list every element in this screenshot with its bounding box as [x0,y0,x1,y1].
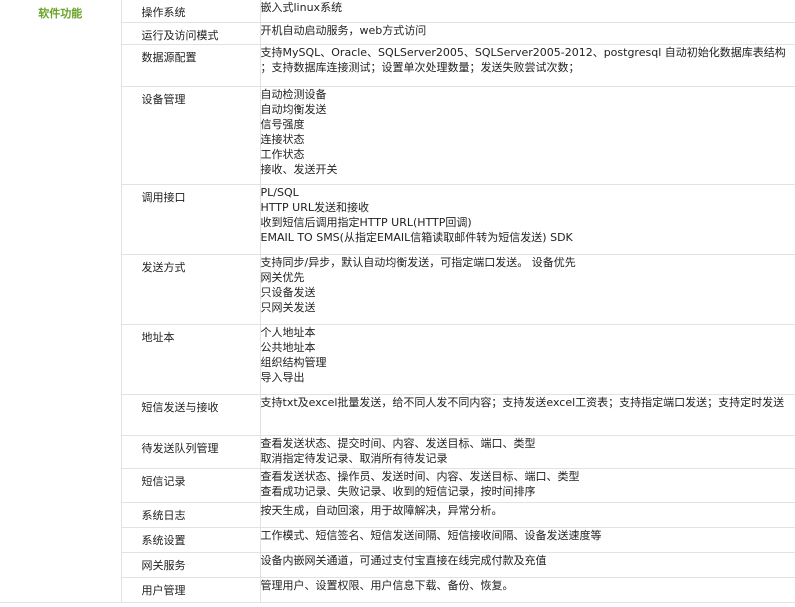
feature-description-cell: 支持同步/异步，默认自动均衡发送，可指定端口发送。 设备优先 网关优先 只设备发送只… [260,254,795,325]
feature-description-cell: 设备内嵌网关通道，可通过支付宝直接在线完成付款及充值 [260,552,795,578]
feature-name: 地址本 [141,330,175,344]
software-features-table: 软件功能 操作系统 嵌入式linux系统运行及访问模式 开机自动启动服务，web方式访… [0,0,795,603]
feature-name-cell: 用户管理 [121,577,261,603]
feature-name-cell: 数据源配置 [121,44,261,87]
feature-name: 系统日志 [141,508,186,522]
feature-description-line: 连接状态 [260,132,305,146]
feature-name-cell: 设备管理 [121,86,261,185]
feature-description-cell: 管理用户、设置权限、用户信息下载、备份、恢复。 [260,577,795,603]
feature-description-line: EMAIL TO SMS(从指定EMAIL信箱读取邮件转为短信发送) SDK [260,230,573,244]
feature-description-line: 自动检测设备 [260,87,327,101]
feature-description-line: 组织结构管理 [260,355,327,369]
feature-name: 待发送队列管理 [141,441,219,455]
feature-description-line: 设备内嵌网关通道，可通过支付宝直接在线完成付款及充值 [260,553,547,567]
feature-description-cell: 工作模式、短信签名、短信发送间隔、短信接收间隔、设备发送速度等 [260,527,795,553]
feature-description-cell: 支持txt及excel批量发送，给不同人发不同内容；支持发送excel工资表；支… [260,394,795,436]
feature-description-cell: 自动检测设备 自动均衡发送 信号强度 连接状态 工作状态 接收、发送开关 [260,86,795,185]
feature-description-line: 查看发送状态、提交时间、内容、发送目标、端口、类型 [260,436,536,450]
feature-description-cell: 按天生成，自动回滚，用于故障解决，异常分析。 [260,502,795,528]
feature-description-line: 查看成功记录、失败记录、收到的短信记录，按时间排序 [260,484,536,498]
feature-description-line: 接收、发送开关 [260,162,338,176]
feature-name-cell: 短信记录 [121,468,261,503]
feature-name-cell: 发送方式 [121,254,261,325]
feature-name-cell: 短信发送与接收 [121,394,261,436]
feature-name: 系统设置 [141,533,186,547]
feature-description-line: 查看发送状态、操作员、发送时间、内容、发送目标、端口、类型 [260,469,580,483]
feature-description-cell: 嵌入式linux系统 [260,0,795,23]
feature-description-line: 支持同步/异步，默认自动均衡发送，可指定端口发送。 设备优先 [260,255,576,269]
feature-description-line: 收到短信后调用指定HTTP URL(HTTP回调) [260,215,472,229]
feature-name-cell: 系统日志 [121,502,261,528]
feature-description-line: PL/SQL [260,185,299,199]
feature-description-cell: 开机自动启动服务，web方式访问 [260,22,795,45]
feature-description-line: 网关优先 [260,270,305,284]
feature-name: 网关服务 [141,558,186,572]
table-row: 软件功能 操作系统 嵌入式linux系统 [0,0,795,603]
feature-description-line: HTTP URL发送和接收 [260,200,369,214]
feature-description-line: 公共地址本 [260,340,316,354]
feature-description-line: 信号强度 [260,117,305,131]
feature-description-line: 取消指定待发记录、取消所有待发记录 [260,451,448,465]
category-cell: 软件功能 [0,0,122,603]
feature-name-cell: 操作系统 [121,0,261,23]
feature-description-line: 导入导出 [260,370,305,384]
feature-name-cell: 系统设置 [121,527,261,553]
feature-description-cell: PL/SQL HTTP URL发送和接收 收到短信后调用指定HTTP URL(HTT… [260,184,795,255]
feature-name: 短信发送与接收 [141,400,219,414]
feature-name-cell: 调用接口 [121,184,261,255]
feature-name-cell: 待发送队列管理 [121,435,261,469]
feature-name-cell: 运行及访问模式 [121,22,261,45]
feature-name: 调用接口 [141,190,186,204]
table-body: 软件功能 操作系统 嵌入式linux系统运行及访问模式 开机自动启动服务，web方式访… [0,0,795,603]
feature-description-line: 嵌入式linux系统 [260,1,343,14]
feature-name: 发送方式 [141,260,186,274]
feature-name: 运行及访问模式 [141,28,219,42]
feature-name: 操作系统 [141,6,186,19]
feature-name: 短信记录 [141,474,186,488]
feature-description-line: 开机自动启动服务，web方式访问 [260,23,427,37]
feature-description-cell: 查看发送状态、操作员、发送时间、内容、发送目标、端口、类型 查看成功记录、失败记录… [260,468,795,503]
feature-description-cell: 个人地址本 公共地址本 组织结构管理 导入导出 [260,324,795,395]
feature-description-line: 工作模式、短信签名、短信发送间隔、短信接收间隔、设备发送速度等 [260,528,602,542]
category-label: 软件功能 [38,7,83,20]
feature-name: 用户管理 [141,583,186,597]
feature-description-line: 只设备发送 [260,285,316,299]
feature-name: 设备管理 [141,92,186,106]
feature-name: 数据源配置 [141,50,197,64]
feature-description-line: 自动均衡发送 [260,102,327,116]
feature-description-line: 个人地址本 [260,325,316,339]
feature-description-line: 工作状态 [260,147,305,161]
feature-name-cell: 地址本 [121,324,261,395]
feature-description-line: 按天生成，自动回滚，用于故障解决，异常分析。 [260,503,503,517]
feature-description-cell: 支持MySQL、Oracle、SQLServer2005、SQLServer20… [260,44,795,87]
feature-description-line: 支持MySQL、Oracle、SQLServer2005、SQLServer20… [260,45,786,74]
feature-description-line: 支持txt及excel批量发送，给不同人发不同内容；支持发送excel工资表；支… [260,395,785,409]
feature-description-line: 只网关发送 [260,300,316,314]
feature-description-cell: 查看发送状态、提交时间、内容、发送目标、端口、类型 取消指定待发记录、取消所有待发… [260,435,795,469]
feature-description-line: 管理用户、设置权限、用户信息下载、备份、恢复。 [260,578,514,592]
feature-name-cell: 网关服务 [121,552,261,578]
